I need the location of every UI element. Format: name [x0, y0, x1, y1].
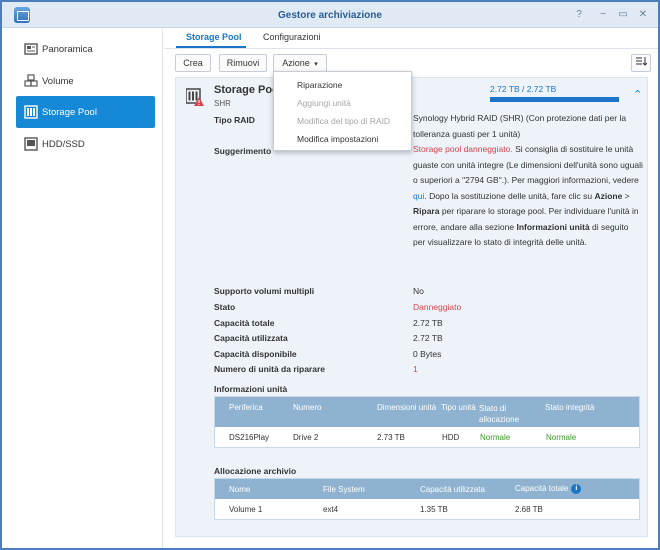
menu-item-change-raid-type: Modifica del tipo di RAID — [297, 116, 391, 126]
drive-info-title: Informazioni unità — [214, 384, 288, 394]
window-title: Gestore archiviazione — [278, 10, 382, 21]
column-header[interactable]: Stato integrità — [545, 403, 594, 412]
table-row[interactable]: DS216Play Drive 2 2.73 TB HDD Normale No… — [215, 427, 639, 447]
overview-icon — [24, 43, 38, 55]
column-header[interactable]: Tipo unità — [441, 403, 476, 412]
status-label: Stato — [214, 302, 236, 312]
column-header[interactable]: Capacità utilizzata — [420, 485, 485, 494]
pool-subtitle: SHR — [214, 99, 231, 108]
storage-pool-icon — [24, 105, 38, 119]
total-capacity-label: Capacità totale — [214, 318, 275, 328]
action-button-label: Azione — [282, 58, 310, 68]
create-button[interactable]: Crea — [175, 54, 211, 72]
chevron-down-icon: ▾ — [314, 61, 318, 68]
sidebar-item-overview[interactable]: Panoramica — [16, 33, 155, 65]
drive-info-grid: Periferica Numero Dimensioni unità Tipo … — [214, 396, 640, 448]
used-capacity-value: 2.72 TB — [413, 333, 443, 343]
sidebar: Panoramica Volume Storage Pool HDD/SSD — [2, 29, 163, 548]
drive-info-header: Periferica Numero Dimensioni unità Tipo … — [215, 397, 639, 427]
cubes-icon — [24, 74, 38, 87]
multi-volume-value: No — [413, 286, 424, 296]
column-header[interactable]: File System — [323, 485, 365, 494]
allocation-title: Allocazione archivio — [214, 466, 297, 476]
column-header[interactable]: Capacità totale i — [515, 484, 582, 494]
column-header[interactable]: Numero — [293, 403, 321, 412]
capacity-bar — [490, 97, 619, 102]
available-capacity-value: 0 Bytes — [413, 349, 442, 359]
capacity-label: 2.72 TB / 2.72 TB — [490, 84, 557, 94]
raid-type-value: Synology Hybrid RAID (SHR) (Con protezio… — [413, 113, 627, 139]
menu-item-edit-settings[interactable]: Modifica impostazioni — [297, 134, 378, 144]
remove-button[interactable]: Rimuovi — [219, 54, 267, 72]
title-bar: Gestore archiviazione ? − ▭ ✕ — [2, 2, 658, 28]
sort-list-icon[interactable] — [631, 54, 651, 72]
allocation-header: Nome File System Capacità utilizzata Cap… — [215, 479, 639, 499]
action-button[interactable]: Azione ▾ — [273, 54, 327, 72]
tab-storage-pool[interactable]: Storage Pool — [186, 32, 242, 42]
sidebar-item-label: Panoramica — [42, 44, 93, 55]
available-capacity-label: Capacità disponibile — [214, 349, 297, 359]
suggestion-label: Suggerimento — [214, 146, 272, 156]
sidebar-item-hdd-ssd[interactable]: HDD/SSD — [16, 128, 155, 160]
help-link[interactable]: qui — [413, 191, 424, 201]
sidebar-item-label: HDD/SSD — [42, 139, 85, 150]
column-header[interactable]: Periferica — [229, 403, 263, 412]
active-tab-indicator — [176, 46, 246, 48]
sidebar-item-label: Storage Pool — [42, 107, 97, 118]
chevron-up-icon[interactable]: ⌃ — [633, 88, 642, 101]
storage-manager-window: Gestore archiviazione ? − ▭ ✕ Panoramica… — [0, 0, 660, 550]
tab-configurations[interactable]: Configurazioni — [263, 32, 321, 42]
column-header[interactable]: Stato di allocazione — [479, 403, 531, 425]
suggestion-text: Storage pool danneggiato. Si consiglia d… — [413, 144, 643, 247]
sidebar-item-volume[interactable]: Volume — [16, 65, 155, 97]
used-capacity-label: Capacità utilizzata — [214, 333, 288, 343]
close-icon[interactable]: ✕ — [636, 8, 650, 22]
multi-volume-label: Supporto volumi multipli — [214, 286, 315, 296]
drive-icon — [24, 137, 38, 151]
maximize-icon[interactable]: ▭ — [616, 8, 630, 22]
tab-bar: Storage Pool Configurazioni — [164, 29, 658, 49]
repair-count-label: Numero di unità da riparare — [214, 364, 325, 374]
status-value: Danneggiato — [413, 302, 462, 312]
storage-pool-warning-icon — [186, 88, 204, 106]
total-capacity-value: 2.72 TB — [413, 318, 443, 328]
repair-count-value: 1 — [413, 364, 418, 374]
column-header[interactable]: Dimensioni unità — [377, 403, 436, 412]
allocation-grid: Nome File System Capacità utilizzata Cap… — [214, 478, 640, 520]
sidebar-item-storage-pool[interactable]: Storage Pool — [16, 96, 155, 128]
raid-type-label: Tipo RAID — [214, 115, 255, 125]
help-icon[interactable]: ? — [572, 8, 586, 22]
info-icon[interactable]: i — [571, 484, 582, 494]
menu-item-add-drive: Aggiungi unità — [297, 98, 351, 108]
menu-item-repair[interactable]: Riparazione — [297, 80, 342, 90]
table-row[interactable]: Volume 1 ext4 1.35 TB 2.68 TB — [215, 499, 639, 519]
minimize-icon[interactable]: − — [596, 8, 610, 22]
action-dropdown-menu: Riparazione Aggiungi unità Modifica del … — [273, 71, 412, 151]
column-header[interactable]: Nome — [229, 485, 250, 494]
sidebar-item-label: Volume — [42, 76, 74, 87]
